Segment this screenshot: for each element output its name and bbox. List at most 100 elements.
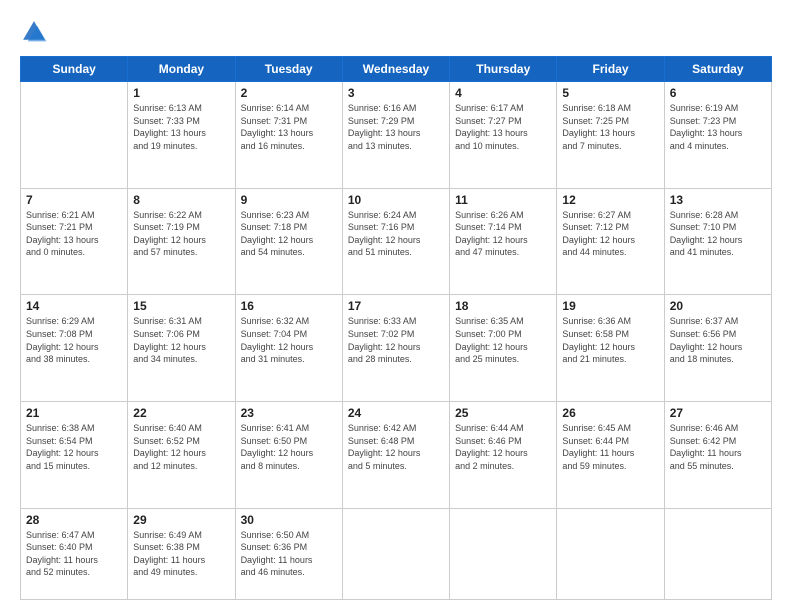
calendar-cell: 13 Sunrise: 6:28 AM Sunset: 7:10 PM Dayli… [664,188,771,295]
day-number: 21 [26,406,122,420]
calendar-cell: 12 Sunrise: 6:27 AM Sunset: 7:12 PM Dayli… [557,188,664,295]
day-number: 6 [670,86,766,100]
calendar-week-row: 7 Sunrise: 6:21 AM Sunset: 7:21 PM Daylig… [21,188,772,295]
calendar-cell: 7 Sunrise: 6:21 AM Sunset: 7:21 PM Daylig… [21,188,128,295]
day-info: Sunrise: 6:45 AM Sunset: 6:44 PM Dayligh… [562,422,658,472]
calendar-cell: 10Sunrise: 6:24 AM Sunset: 7:16 PM Dayli… [342,188,449,295]
calendar-week-row: 1 Sunrise: 6:13 AM Sunset: 7:33 PM Daylig… [21,82,772,189]
calendar-cell: 30Sunrise: 6:50 AM Sunset: 6:36 PM Dayli… [235,508,342,599]
day-number: 25 [455,406,551,420]
calendar-cell: 29 Sunrise: 6:49 AM Sunset: 6:38 PM Dayli… [128,508,235,599]
day-number: 29 [133,513,229,527]
day-number: 15 [133,299,229,313]
day-info: Sunrise: 6:13 AM Sunset: 7:33 PM Dayligh… [133,102,229,152]
calendar-cell: 24 Sunrise: 6:42 AM Sunset: 6:48 PM Dayli… [342,401,449,508]
day-number: 23 [241,406,337,420]
calendar-header-row: SundayMondayTuesdayWednesdayThursdayFrid… [21,57,772,82]
calendar-cell [342,508,449,599]
day-info: Sunrise: 6:29 AM Sunset: 7:08 PM Dayligh… [26,315,122,365]
day-info: Sunrise: 6:31 AM Sunset: 7:06 PM Dayligh… [133,315,229,365]
header [20,18,772,46]
day-info: Sunrise: 6:26 AM Sunset: 7:14 PM Dayligh… [455,209,551,259]
calendar-cell: 15 Sunrise: 6:31 AM Sunset: 7:06 PM Dayli… [128,295,235,402]
calendar-day-header: Tuesday [235,57,342,82]
day-number: 5 [562,86,658,100]
calendar-cell: 2 Sunrise: 6:14 AM Sunset: 7:31 PM Daylig… [235,82,342,189]
day-info: Sunrise: 6:14 AM Sunset: 7:31 PM Dayligh… [241,102,337,152]
calendar-cell: 9 Sunrise: 6:23 AM Sunset: 7:18 PM Daylig… [235,188,342,295]
day-info: Sunrise: 6:16 AM Sunset: 7:29 PM Dayligh… [348,102,444,152]
calendar-cell: 11Sunrise: 6:26 AM Sunset: 7:14 PM Dayli… [450,188,557,295]
calendar-cell [557,508,664,599]
calendar-cell: 22Sunrise: 6:40 AM Sunset: 6:52 PM Dayli… [128,401,235,508]
day-info: Sunrise: 6:18 AM Sunset: 7:25 PM Dayligh… [562,102,658,152]
calendar-cell [21,82,128,189]
day-number: 17 [348,299,444,313]
day-info: Sunrise: 6:44 AM Sunset: 6:46 PM Dayligh… [455,422,551,472]
day-info: Sunrise: 6:22 AM Sunset: 7:19 PM Dayligh… [133,209,229,259]
day-number: 20 [670,299,766,313]
day-number: 2 [241,86,337,100]
day-info: Sunrise: 6:17 AM Sunset: 7:27 PM Dayligh… [455,102,551,152]
day-info: Sunrise: 6:50 AM Sunset: 6:36 PM Dayligh… [241,529,337,579]
calendar-week-row: 28Sunrise: 6:47 AM Sunset: 6:40 PM Dayli… [21,508,772,599]
day-info: Sunrise: 6:41 AM Sunset: 6:50 PM Dayligh… [241,422,337,472]
calendar-cell [450,508,557,599]
day-number: 14 [26,299,122,313]
day-info: Sunrise: 6:49 AM Sunset: 6:38 PM Dayligh… [133,529,229,579]
day-number: 13 [670,193,766,207]
day-info: Sunrise: 6:27 AM Sunset: 7:12 PM Dayligh… [562,209,658,259]
day-number: 4 [455,86,551,100]
logo-icon [20,18,48,46]
calendar-cell: 27 Sunrise: 6:46 AM Sunset: 6:42 PM Dayli… [664,401,771,508]
day-info: Sunrise: 6:23 AM Sunset: 7:18 PM Dayligh… [241,209,337,259]
day-info: Sunrise: 6:35 AM Sunset: 7:00 PM Dayligh… [455,315,551,365]
day-number: 16 [241,299,337,313]
calendar-day-header: Saturday [664,57,771,82]
day-info: Sunrise: 6:28 AM Sunset: 7:10 PM Dayligh… [670,209,766,259]
calendar-cell: 26 Sunrise: 6:45 AM Sunset: 6:44 PM Dayli… [557,401,664,508]
day-info: Sunrise: 6:21 AM Sunset: 7:21 PM Dayligh… [26,209,122,259]
day-info: Sunrise: 6:36 AM Sunset: 6:58 PM Dayligh… [562,315,658,365]
day-number: 12 [562,193,658,207]
calendar-cell: 18Sunrise: 6:35 AM Sunset: 7:00 PM Dayli… [450,295,557,402]
day-info: Sunrise: 6:42 AM Sunset: 6:48 PM Dayligh… [348,422,444,472]
day-info: Sunrise: 6:38 AM Sunset: 6:54 PM Dayligh… [26,422,122,472]
calendar-day-header: Sunday [21,57,128,82]
day-number: 1 [133,86,229,100]
calendar-week-row: 21 Sunrise: 6:38 AM Sunset: 6:54 PM Dayli… [21,401,772,508]
page: SundayMondayTuesdayWednesdayThursdayFrid… [0,0,792,612]
day-info: Sunrise: 6:46 AM Sunset: 6:42 PM Dayligh… [670,422,766,472]
calendar-cell: 17 Sunrise: 6:33 AM Sunset: 7:02 PM Dayli… [342,295,449,402]
calendar-cell: 25 Sunrise: 6:44 AM Sunset: 6:46 PM Dayli… [450,401,557,508]
day-number: 28 [26,513,122,527]
calendar-cell [664,508,771,599]
calendar-day-header: Wednesday [342,57,449,82]
calendar-cell: 6 Sunrise: 6:19 AM Sunset: 7:23 PM Daylig… [664,82,771,189]
day-number: 7 [26,193,122,207]
day-info: Sunrise: 6:19 AM Sunset: 7:23 PM Dayligh… [670,102,766,152]
day-number: 9 [241,193,337,207]
calendar-day-header: Monday [128,57,235,82]
day-number: 8 [133,193,229,207]
calendar-cell: 28Sunrise: 6:47 AM Sunset: 6:40 PM Dayli… [21,508,128,599]
calendar-cell: 5 Sunrise: 6:18 AM Sunset: 7:25 PM Daylig… [557,82,664,189]
day-number: 19 [562,299,658,313]
calendar-cell: 1 Sunrise: 6:13 AM Sunset: 7:33 PM Daylig… [128,82,235,189]
calendar-cell: 23 Sunrise: 6:41 AM Sunset: 6:50 PM Dayli… [235,401,342,508]
day-info: Sunrise: 6:33 AM Sunset: 7:02 PM Dayligh… [348,315,444,365]
calendar-week-row: 14 Sunrise: 6:29 AM Sunset: 7:08 PM Dayli… [21,295,772,402]
day-info: Sunrise: 6:37 AM Sunset: 6:56 PM Dayligh… [670,315,766,365]
calendar-cell: 19 Sunrise: 6:36 AM Sunset: 6:58 PM Dayli… [557,295,664,402]
logo [20,18,52,46]
calendar-cell: 16 Sunrise: 6:32 AM Sunset: 7:04 PM Dayli… [235,295,342,402]
day-number: 22 [133,406,229,420]
day-number: 26 [562,406,658,420]
day-number: 27 [670,406,766,420]
day-number: 3 [348,86,444,100]
day-number: 10 [348,193,444,207]
calendar-cell: 21 Sunrise: 6:38 AM Sunset: 6:54 PM Dayli… [21,401,128,508]
day-number: 24 [348,406,444,420]
calendar-day-header: Thursday [450,57,557,82]
day-info: Sunrise: 6:32 AM Sunset: 7:04 PM Dayligh… [241,315,337,365]
